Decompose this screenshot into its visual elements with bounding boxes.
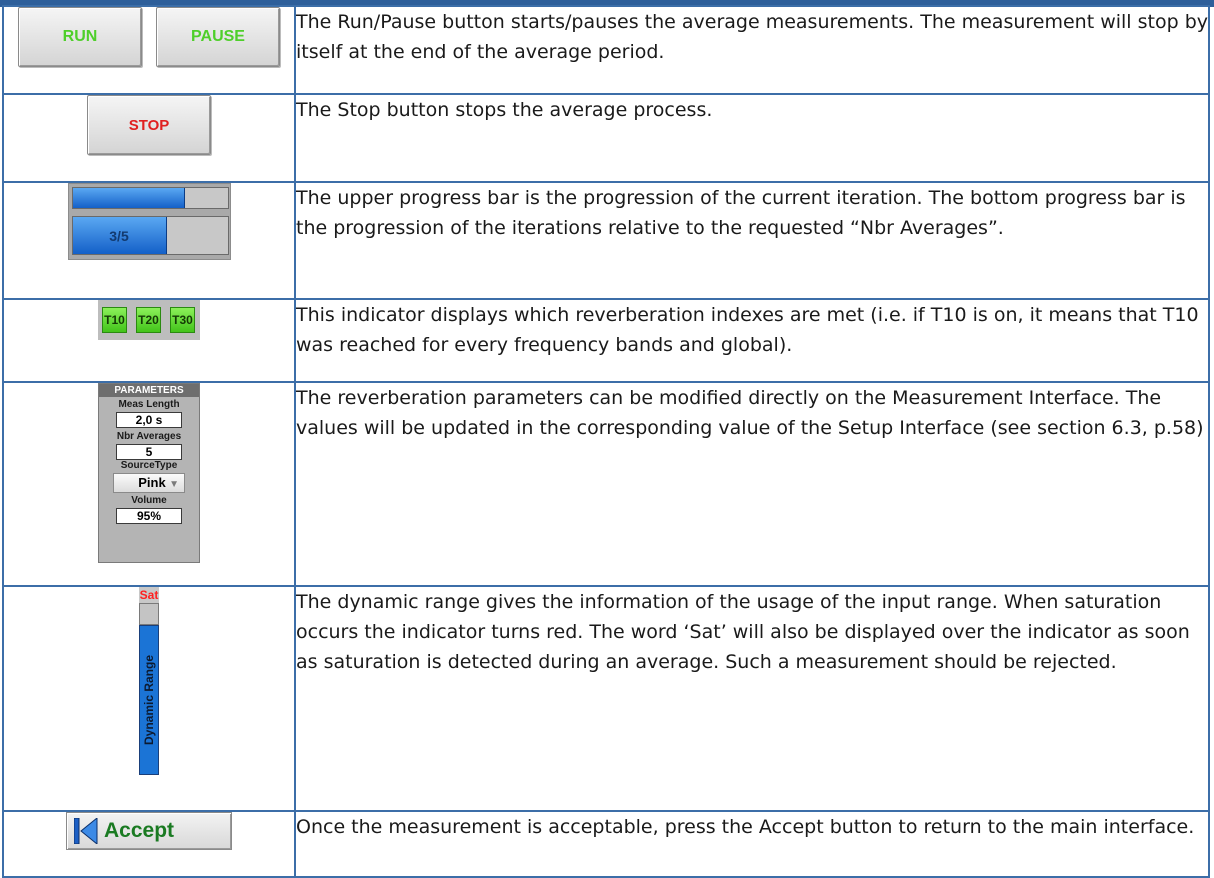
stop-button[interactable]: STOP	[87, 95, 211, 155]
iteration-progress-bar	[71, 187, 229, 209]
source-type-label: SourceType	[120, 460, 178, 471]
icon-cell: STOP	[2, 93, 296, 183]
icon-cell: Sat Dynamic Range	[2, 585, 296, 812]
volume-field[interactable]: 95%	[116, 508, 182, 524]
table-row: RUN PAUSE The Run/Pause button starts/pa…	[2, 5, 1210, 95]
accept-button[interactable]: Accept	[66, 812, 232, 850]
t30-indicator: T30	[170, 307, 195, 333]
description-text: The reverberation parameters can be modi…	[294, 381, 1210, 587]
dynamic-range-bar: Dynamic Range	[139, 625, 159, 775]
pause-button[interactable]: PAUSE	[156, 7, 280, 67]
t10-indicator: T10	[102, 307, 127, 333]
dynamic-range-headroom	[139, 603, 159, 625]
t20-indicator: T20	[136, 307, 161, 333]
average-progress-label: 3/5	[109, 227, 129, 244]
saturation-label: Sat	[139, 587, 159, 603]
controls-description-table: RUN PAUSE The Run/Pause button starts/pa…	[2, 5, 1210, 878]
description-text: The upper progress bar is the progressio…	[294, 181, 1210, 300]
table-row: 3/5 The upper progress bar is the progre…	[2, 181, 1210, 300]
nbr-averages-field[interactable]: 5	[116, 444, 182, 460]
description-text: The Stop button stops the average proces…	[294, 93, 1210, 183]
volume-label: Volume	[131, 495, 167, 506]
iteration-progress-fill	[72, 188, 186, 208]
meas-length-field[interactable]: 2,0 s	[116, 412, 182, 428]
description-text: The dynamic range gives the information …	[294, 585, 1210, 812]
reverberation-index-indicator: T10 T20 T30	[98, 300, 200, 340]
table-row: Accept Once the measurement is acceptabl…	[2, 810, 1210, 878]
average-progress-bar: 3/5	[71, 216, 229, 255]
table-row: T10 T20 T30 This indicator displays whic…	[2, 298, 1210, 383]
table-row: Sat Dynamic Range The dynamic range give…	[2, 585, 1210, 812]
table-row: STOP The Stop button stops the average p…	[2, 93, 1210, 183]
back-arrow-icon	[73, 816, 98, 846]
dynamic-range-indicator: Sat Dynamic Range	[139, 587, 159, 775]
accept-label: Accept	[104, 819, 175, 842]
source-type-select[interactable]: Pink ▼	[113, 473, 185, 493]
run-button[interactable]: RUN	[18, 7, 142, 67]
parameters-title: PARAMETERS	[99, 384, 199, 397]
dropdown-arrow-icon: ▼	[169, 479, 179, 490]
icon-cell: Accept	[2, 810, 296, 878]
icon-cell: RUN PAUSE	[2, 5, 296, 95]
description-text: The Run/Pause button starts/pauses the a…	[294, 5, 1210, 95]
parameters-panel: PARAMETERS Meas Length 2,0 s Nbr Average…	[98, 383, 200, 563]
table-row: PARAMETERS Meas Length 2,0 s Nbr Average…	[2, 381, 1210, 587]
progress-panel: 3/5	[67, 183, 231, 260]
icon-cell: 3/5	[2, 181, 296, 300]
dynamic-range-label: Dynamic Range	[142, 654, 156, 746]
nbr-averages-label: Nbr Averages	[116, 431, 182, 442]
source-type-value: Pink	[138, 475, 166, 490]
icon-cell: T10 T20 T30	[2, 298, 296, 383]
description-text: This indicator displays which reverberat…	[294, 298, 1210, 383]
icon-cell: PARAMETERS Meas Length 2,0 s Nbr Average…	[2, 381, 296, 587]
meas-length-label: Meas Length	[118, 399, 180, 410]
description-text: Once the measurement is acceptable, pres…	[294, 810, 1210, 878]
